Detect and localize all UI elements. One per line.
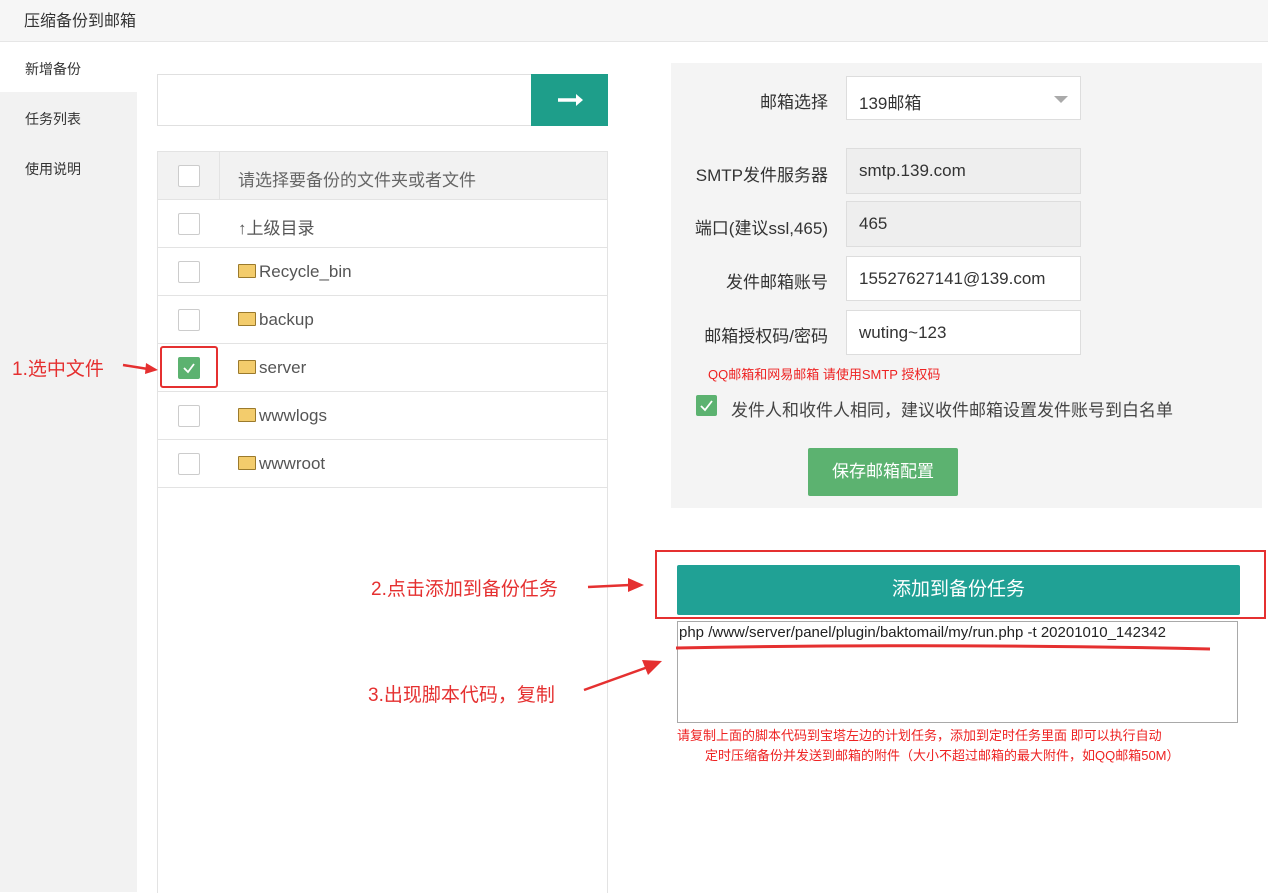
sidebar-item-label: 新增备份	[25, 61, 81, 77]
notice-line-1: 请复制上面的脚本代码到宝塔左边的计划任务，添加到定时任务里面 即可以执行自动	[677, 728, 1162, 743]
row-checkbox[interactable]	[178, 453, 200, 475]
highlight-box	[160, 346, 218, 388]
file-row-wwwlogs[interactable]: wwwlogs	[158, 392, 607, 440]
file-list-header: 请选择要备份的文件夹或者文件	[158, 152, 607, 200]
sidebar-item-label: 使用说明	[25, 161, 81, 177]
underline-mark	[675, 644, 1211, 651]
file-row-backup[interactable]: backup	[158, 296, 607, 344]
mailbox-label: 邮箱选择	[760, 93, 828, 112]
sidebar-item-task-list[interactable]: 任务列表	[0, 92, 137, 142]
smtp-label: SMTP发件服务器	[695, 166, 828, 185]
file-row-label[interactable]: server	[259, 358, 306, 377]
auth-password-field[interactable]: wuting~123	[846, 310, 1081, 355]
row-checkbox[interactable]	[178, 261, 200, 283]
folder-icon	[238, 264, 256, 278]
same-sender-checkbox[interactable]	[696, 395, 717, 416]
password-label: 邮箱授权码/密码	[704, 327, 828, 346]
annotation-arrow-step2	[587, 578, 644, 592]
sidebar-item-usage[interactable]: 使用说明	[0, 142, 137, 192]
file-row-label[interactable]: ↑上级目录	[238, 214, 315, 239]
highlight-box	[655, 550, 1266, 619]
account-label: 发件邮箱账号	[726, 273, 828, 292]
file-row-label[interactable]: Recycle_bin	[259, 262, 352, 281]
check-icon	[700, 400, 713, 412]
file-list: 请选择要备份的文件夹或者文件 ↑上级目录 Recycle_bin backup …	[157, 151, 608, 893]
script-code-text[interactable]: php /www/server/panel/plugin/baktomail/m…	[679, 624, 1166, 641]
folder-icon	[238, 360, 256, 374]
folder-icon	[238, 312, 256, 326]
file-row-label[interactable]: wwwroot	[259, 454, 325, 473]
script-code-textarea[interactable]: php /www/server/panel/plugin/baktomail/m…	[677, 621, 1238, 723]
annotation-arrow-step1	[122, 363, 158, 374]
file-row-parent[interactable]: ↑上级目录	[158, 200, 607, 248]
sidebar-item-label: 任务列表	[25, 111, 81, 127]
mailbox-select[interactable]: 139邮箱	[846, 76, 1081, 120]
file-row-label[interactable]: wwwlogs	[259, 406, 327, 425]
mailbox-select-value: 139邮箱	[859, 94, 922, 113]
file-list-header-label: 请选择要备份的文件夹或者文件	[238, 171, 476, 190]
window-titlebar: 压缩备份到邮箱	[0, 0, 1268, 42]
row-checkbox[interactable]	[178, 309, 200, 331]
save-email-config-button[interactable]: 保存邮箱配置	[808, 448, 958, 496]
select-all-checkbox[interactable]	[178, 165, 200, 187]
window-title: 压缩备份到邮箱	[24, 13, 137, 30]
file-row-server[interactable]: server	[158, 344, 607, 392]
path-input[interactable]	[157, 74, 531, 126]
port-label: 端口(建议ssl,465)	[694, 219, 828, 238]
arrow-right-icon	[558, 94, 583, 106]
smtp-hint: QQ邮箱和网易邮箱 请使用SMTP 授权码	[708, 367, 941, 382]
folder-icon	[238, 456, 256, 470]
chevron-down-icon	[1054, 96, 1068, 103]
file-row-recycle-bin[interactable]: Recycle_bin	[158, 248, 607, 296]
annotation-arrow-step3	[583, 660, 662, 692]
go-button[interactable]	[531, 74, 608, 126]
sender-account-field[interactable]: 15527627141@139.com	[846, 256, 1081, 301]
annotation-step3: 3.出现脚本代码，复制	[368, 685, 555, 706]
smtp-server-field[interactable]: smtp.139.com	[846, 148, 1081, 194]
folder-icon	[238, 408, 256, 422]
sidebar-item-new-backup[interactable]: 新增备份	[0, 42, 137, 92]
sidebar: 新增备份 任务列表 使用说明	[0, 42, 137, 892]
port-field[interactable]: 465	[846, 201, 1081, 247]
file-row-label[interactable]: backup	[259, 310, 314, 329]
row-checkbox[interactable]	[178, 405, 200, 427]
file-row-wwwroot[interactable]: wwwroot	[158, 440, 607, 488]
same-sender-label: 发件人和收件人相同，建议收件邮箱设置发件账号到白名单	[731, 401, 1173, 420]
annotation-step2: 2.点击添加到备份任务	[371, 579, 558, 600]
row-checkbox[interactable]	[178, 213, 200, 235]
notice-line-2: 定时压缩备份并发送到邮箱的附件（大小不超过邮箱的最大附件，如QQ邮箱50M）	[705, 748, 1180, 763]
annotation-step1: 1.选中文件	[12, 359, 104, 380]
